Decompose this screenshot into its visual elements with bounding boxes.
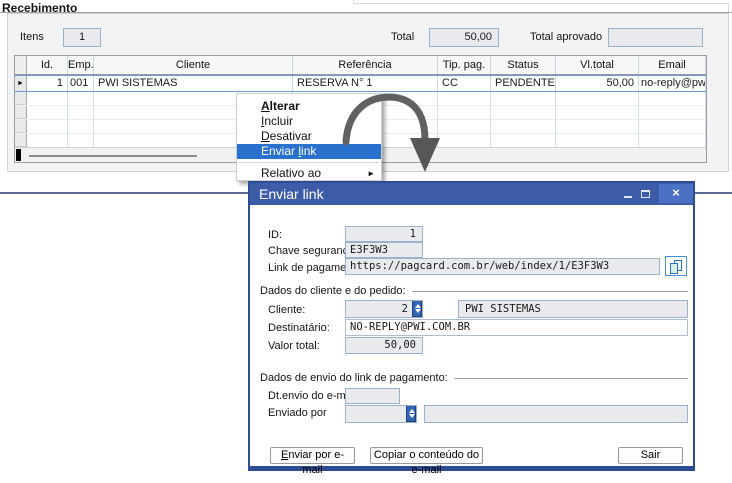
- chave-seguranca-field[interactable]: E3F3W3: [345, 242, 423, 258]
- id-field[interactable]: 1: [345, 226, 423, 242]
- maximize-icon[interactable]: [641, 190, 650, 198]
- cell-vl-total: 50,00: [556, 76, 639, 91]
- menu-item-label: Alterar: [261, 99, 300, 113]
- menu-item-label: Incluir: [261, 114, 293, 128]
- id-label: ID:: [268, 229, 282, 241]
- cliente-stepper-field[interactable]: 2: [345, 300, 423, 318]
- total-field[interactable]: 50,00: [429, 28, 499, 47]
- dialog-titlebar[interactable]: Enviar link ×: [250, 183, 693, 205]
- spinner-down-icon: [409, 414, 415, 418]
- dt-envio-label: Dt.envio do e-mail: [268, 390, 357, 402]
- dt-envio-field[interactable]: [345, 388, 400, 404]
- col-header-email[interactable]: Email: [639, 56, 706, 74]
- col-header-id[interactable]: Id.: [27, 56, 68, 74]
- cell-emp: 001: [68, 76, 94, 91]
- col-header-emp[interactable]: Emp.: [68, 56, 94, 74]
- group-cliente-title: Dados do cliente e do pedido:: [260, 285, 412, 297]
- spinner-up-icon: [409, 409, 415, 413]
- valor-total-label: Valor total:: [268, 340, 320, 352]
- total-aprovado-field[interactable]: [608, 28, 703, 47]
- grid-header-row: Id. Emp. Cliente Referência Tip. pag. St…: [15, 56, 706, 75]
- cell-status: PENDENTE: [491, 76, 556, 91]
- scrollbar-thumb[interactable]: [29, 155, 197, 157]
- itens-label: Itens: [20, 31, 44, 43]
- enviar-link-dialog: Enviar link × ID: 1 Chave segurança: E3F…: [248, 181, 695, 471]
- enviado-por-spinner[interactable]: [406, 405, 416, 422]
- itens-field[interactable]: 1: [63, 28, 101, 47]
- col-header-status[interactable]: Status: [491, 56, 556, 74]
- cell-email: no-reply@pw: [639, 76, 706, 91]
- link-pagamento-field[interactable]: https://pagcard.com.br/web/index/1/E3F3W…: [345, 258, 660, 275]
- enviado-por-stepper-field[interactable]: [345, 405, 417, 423]
- cliente-label: Cliente:: [268, 304, 305, 316]
- total-aprovado-label: Total aprovado: [530, 31, 602, 43]
- col-header-cliente[interactable]: Cliente: [94, 56, 293, 74]
- close-button[interactable]: ×: [659, 184, 693, 203]
- enviado-por-label: Enviado por: [268, 407, 327, 419]
- cell-id: 1: [27, 76, 68, 91]
- col-header-tip-pag[interactable]: Tip. pag.: [438, 56, 491, 74]
- enviado-por-nome-field[interactable]: [424, 405, 688, 423]
- current-row-indicator-icon: ►: [15, 76, 27, 91]
- app-screen: Recebimento Itens 1 Total 50,00 Total ap…: [0, 0, 732, 483]
- cliente-nome-field[interactable]: PWI SISTEMAS: [458, 300, 688, 318]
- grid-indicator-header: [15, 56, 27, 74]
- copy-link-button[interactable]: [665, 256, 687, 276]
- col-header-vl-total[interactable]: Vl.total: [556, 56, 639, 74]
- enviar-por-email-button[interactable]: Enviar por e-mail: [270, 447, 355, 464]
- curved-arrow: [330, 88, 445, 188]
- valor-total-field[interactable]: 50,00: [345, 337, 423, 354]
- col-header-referencia[interactable]: Referência: [293, 56, 438, 74]
- top-panel-edge-line: [353, 3, 729, 4]
- total-label: Total: [391, 31, 414, 43]
- menu-item-label: Desativar: [261, 129, 312, 143]
- destinatario-label: Destinatário:: [268, 322, 330, 334]
- menu-item-label: Relativo ao: [261, 166, 321, 180]
- sair-button[interactable]: Sair: [618, 447, 683, 464]
- chave-seguranca-label: Chave segurança:: [268, 245, 357, 257]
- close-icon: ×: [672, 185, 680, 200]
- menu-item-label: Enviar link: [261, 144, 316, 158]
- spinner-down-icon: [415, 309, 421, 313]
- destinatario-field[interactable]: NO-REPLY@PWI.COM.BR: [345, 319, 688, 336]
- dialog-title: Enviar link: [259, 183, 324, 205]
- spinner-up-icon: [415, 304, 421, 308]
- scrollbar-left-mark: [16, 149, 21, 161]
- cell-cliente: PWI SISTEMAS: [94, 76, 293, 91]
- minimize-icon[interactable]: [624, 196, 632, 198]
- cliente-spinner[interactable]: [412, 300, 422, 317]
- cell-tip-pag: CC: [438, 76, 491, 91]
- copiar-conteudo-button[interactable]: Copiar o conteúdo do e-mail: [370, 447, 483, 464]
- button-label: Enviar por e-mail: [281, 449, 344, 476]
- group-envio-title: Dados de envio do link de pagamento:: [260, 372, 454, 384]
